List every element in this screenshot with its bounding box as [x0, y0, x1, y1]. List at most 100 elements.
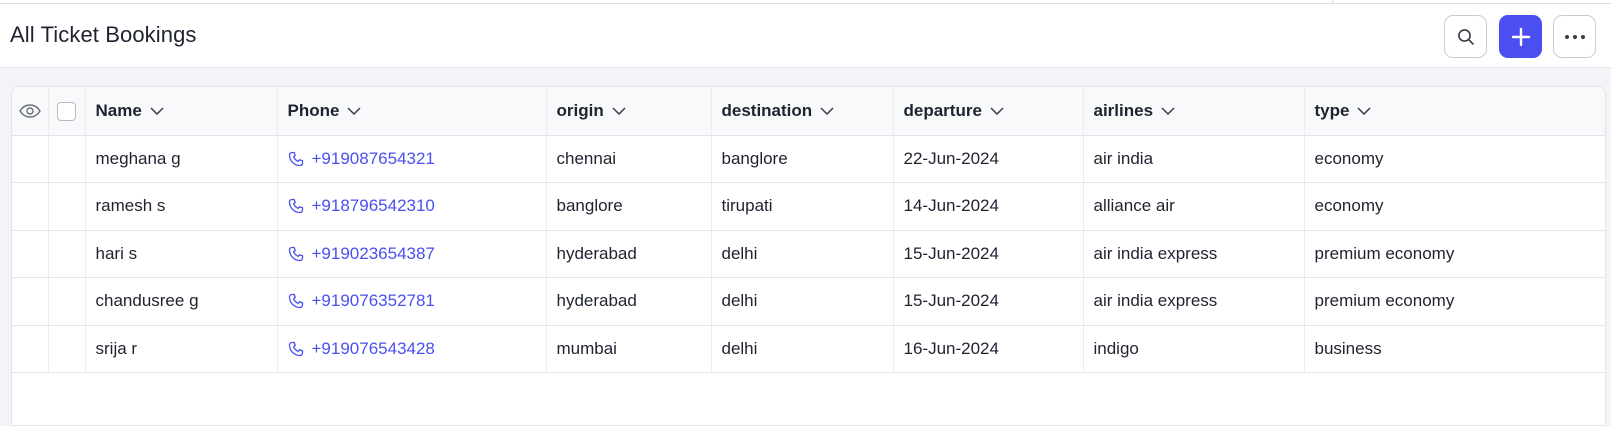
column-header-destination[interactable]: destination: [711, 87, 894, 136]
column-label: type: [1314, 100, 1350, 120]
cell-destination: delhi: [711, 277, 894, 326]
table-row[interactable]: chandusree g +919076352781 hyderabad del…: [12, 277, 1605, 326]
phone-number: +919087654321: [311, 148, 435, 168]
cell-name: meghana g: [85, 135, 278, 183]
column-label: departure: [903, 100, 982, 120]
cell-phone[interactable]: +919076352781: [277, 277, 547, 326]
column-label: destination: [721, 100, 813, 120]
row-view-cell[interactable]: [12, 277, 49, 326]
table-row[interactable]: meghana g +919087654321 chennai banglore…: [12, 135, 1605, 183]
cell-name: ramesh s: [85, 182, 278, 231]
phone-icon: [288, 151, 303, 166]
column-header-type[interactable]: type: [1304, 87, 1605, 136]
cell-name: chandusree g: [85, 277, 278, 326]
cell-type: economy: [1304, 135, 1605, 183]
row-select-cell[interactable]: [48, 182, 86, 231]
row-view-cell[interactable]: [12, 135, 49, 183]
chevron-down-icon: [150, 107, 164, 116]
select-all-checkbox-cell[interactable]: [48, 87, 86, 136]
row-view-cell[interactable]: [12, 230, 49, 278]
cell-airlines: air india: [1083, 135, 1305, 183]
row-select-cell[interactable]: [48, 277, 86, 326]
phone-icon: [288, 246, 303, 261]
column-header-name[interactable]: Name: [85, 87, 278, 136]
cell-origin: banglore: [546, 182, 712, 231]
column-header-departure[interactable]: departure: [893, 87, 1084, 136]
phone-link[interactable]: +919076352781: [288, 291, 435, 310]
chevron-down-icon: [347, 107, 361, 116]
cell-departure: 15-Jun-2024: [893, 230, 1084, 278]
row-select-cell[interactable]: [48, 325, 86, 373]
more-button[interactable]: [1553, 15, 1596, 58]
chevron-down-icon: [1161, 107, 1175, 116]
column-label: Name: [95, 100, 142, 120]
cell-name: hari s: [85, 230, 278, 278]
cell-airlines: air india express: [1083, 230, 1305, 278]
search-button[interactable]: [1444, 15, 1487, 58]
cell-departure: 22-Jun-2024: [893, 135, 1084, 183]
cell-destination: delhi: [711, 230, 894, 278]
column-header-airlines[interactable]: airlines: [1083, 87, 1305, 136]
add-button[interactable]: [1499, 15, 1542, 58]
cell-type: business: [1304, 325, 1605, 373]
cell-departure: 15-Jun-2024: [893, 277, 1084, 326]
column-header-phone[interactable]: Phone: [277, 87, 547, 136]
chevron-down-icon: [1357, 107, 1371, 116]
phone-number: +918796542310: [311, 196, 435, 216]
row-view-cell[interactable]: [12, 182, 49, 231]
cell-origin: hyderabad: [546, 230, 712, 278]
column-label: airlines: [1093, 100, 1154, 120]
page-header: All Ticket Bookings: [0, 4, 1611, 68]
cell-departure: 16-Jun-2024: [893, 325, 1084, 373]
cell-destination: delhi: [711, 325, 894, 373]
table-row[interactable]: hari s +919023654387 hyderabad delhi 15-…: [12, 230, 1605, 278]
search-icon: [1457, 28, 1474, 45]
cell-airlines: air india express: [1083, 277, 1305, 326]
column-label: origin: [556, 100, 604, 120]
cell-origin: hyderabad: [546, 277, 712, 326]
cell-airlines: alliance air: [1083, 182, 1305, 231]
chevron-down-icon: [612, 107, 626, 116]
table-row[interactable]: ramesh s +918796542310 banglore tirupati…: [12, 182, 1605, 231]
cell-destination: banglore: [711, 135, 894, 183]
cell-phone[interactable]: +918796542310: [277, 182, 547, 231]
cell-name: srija r: [85, 325, 278, 373]
column-label: Phone: [287, 100, 340, 120]
chevron-down-icon: [820, 107, 834, 116]
cell-origin: mumbai: [546, 325, 712, 373]
bookings-table: Name Phone origin destination departure …: [12, 87, 1605, 373]
cell-type: economy: [1304, 182, 1605, 231]
select-all-checkbox[interactable]: [57, 101, 76, 121]
bookings-table-card: Name Phone origin destination departure …: [11, 86, 1606, 426]
row-select-cell[interactable]: [48, 230, 86, 278]
row-select-cell[interactable]: [48, 135, 86, 183]
phone-link[interactable]: +919023654387: [288, 244, 435, 263]
visibility-toggle[interactable]: [12, 87, 49, 136]
cell-origin: chennai: [546, 135, 712, 183]
table-row[interactable]: srija r +919076543428 mumbai delhi 16-Ju…: [12, 325, 1605, 373]
phone-link[interactable]: +919076543428: [288, 339, 435, 358]
cell-airlines: indigo: [1083, 325, 1305, 373]
cell-phone[interactable]: +919076543428: [277, 325, 547, 373]
cell-type: premium economy: [1304, 277, 1605, 326]
phone-number: +919076352781: [311, 291, 435, 311]
phone-icon: [288, 199, 303, 214]
cell-departure: 14-Jun-2024: [893, 182, 1084, 231]
cell-destination: tirupati: [711, 182, 894, 231]
eye-icon: [18, 104, 41, 118]
phone-number: +919076543428: [311, 338, 435, 358]
phone-number: +919023654387: [311, 243, 435, 263]
phone-icon: [288, 294, 303, 309]
column-header-origin[interactable]: origin: [546, 87, 712, 136]
cell-phone[interactable]: +919023654387: [277, 230, 547, 278]
cell-phone[interactable]: +919087654321: [277, 135, 547, 183]
phone-link[interactable]: +919087654321: [288, 149, 435, 168]
table-header-row: Name Phone origin destination departure …: [12, 87, 1605, 136]
phone-icon: [288, 341, 303, 356]
cell-type: premium economy: [1304, 230, 1605, 278]
phone-link[interactable]: +918796542310: [288, 196, 435, 215]
more-horizontal-icon: [1564, 34, 1585, 39]
page-title: All Ticket Bookings: [10, 22, 197, 47]
row-view-cell[interactable]: [12, 325, 49, 373]
plus-icon: [1511, 27, 1530, 46]
